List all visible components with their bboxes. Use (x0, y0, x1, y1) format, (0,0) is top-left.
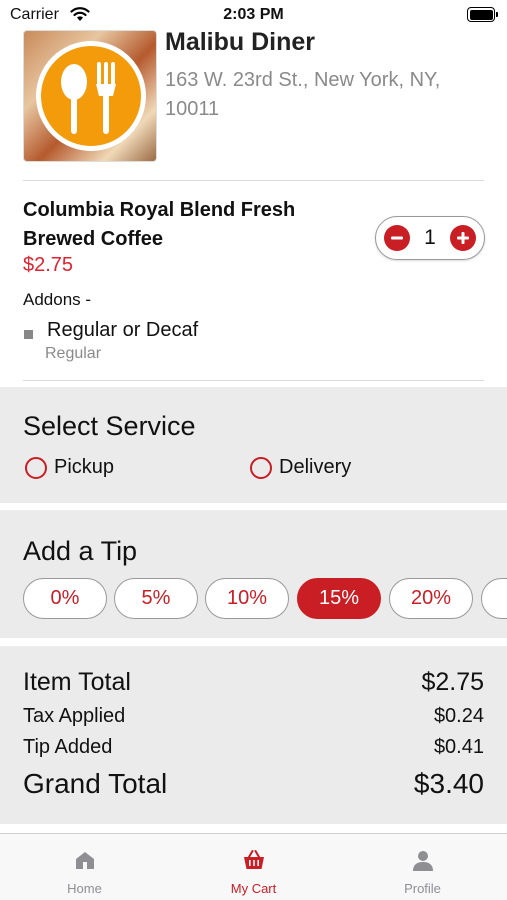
tip-added-label: Tip Added (23, 736, 113, 758)
pickup-radio[interactable] (25, 457, 47, 479)
minus-icon (391, 236, 403, 240)
cart-icon (244, 850, 264, 869)
fork-spoon-logo-icon (36, 41, 146, 151)
addon-bullet-icon (24, 330, 33, 339)
tip-option-0[interactable]: 0% (23, 578, 107, 619)
restaurant-address: 163 W. 23rd St., New York, NY, 10011 (165, 69, 441, 120)
select-service-title: Select Service (23, 411, 196, 441)
grand-total-value: $3.40 (413, 768, 484, 799)
tip-options: 0% 5% 10% 15% 20% (23, 578, 507, 620)
cart-item-price: $2.75 (23, 254, 74, 276)
grand-total-label: Grand Total (23, 768, 168, 799)
tab-home-label: Home (67, 881, 102, 896)
tip-option-10[interactable]: 10% (205, 578, 289, 619)
add-tip-section: Add a Tip 0% 5% 10% 15% 20% (0, 510, 507, 638)
restaurant-logo (23, 30, 157, 162)
tab-my-cart-label: My Cart (230, 881, 277, 896)
battery-icon (467, 7, 498, 22)
cart-item-name: Columbia Royal Blend Fresh Brewed Coffee (23, 199, 296, 250)
tip-added-value: $0.41 (433, 736, 484, 758)
divider (23, 180, 484, 181)
addon-value: Regular (45, 345, 102, 362)
item-total-value: $2.75 (421, 668, 484, 696)
home-icon (76, 852, 94, 869)
decrease-quantity-button[interactable] (384, 225, 410, 251)
addon-name: Regular or Decaf (47, 319, 199, 341)
add-tip-title: Add a Tip (23, 536, 138, 566)
plus-icon (457, 232, 469, 244)
clock: 2:03 PM (223, 6, 284, 23)
quantity-stepper: 1 (375, 216, 485, 260)
tab-profile-label: Profile (404, 881, 441, 896)
tip-option-more[interactable] (481, 578, 507, 619)
person-icon (413, 851, 433, 871)
divider (23, 380, 484, 381)
select-service-section: Select Service Pickup Delivery (0, 387, 507, 503)
tip-option-5[interactable]: 5% (114, 578, 198, 619)
tip-option-15[interactable]: 15% (297, 578, 381, 619)
item-total-label: Item Total (23, 668, 131, 696)
tip-option-20[interactable]: 20% (389, 578, 473, 619)
status-bar: Carrier 2:03 PM (0, 0, 507, 30)
tab-home[interactable]: Home (0, 834, 169, 900)
tax-label: Tax Applied (23, 705, 126, 727)
delivery-radio[interactable] (250, 457, 272, 479)
addons-label: Addons - (23, 290, 92, 309)
delivery-label[interactable]: Delivery (279, 456, 351, 479)
tab-bar: Home My Cart Profile (0, 834, 507, 900)
increase-quantity-button[interactable] (450, 225, 476, 251)
pickup-label[interactable]: Pickup (54, 456, 114, 479)
restaurant-name: Malibu Diner (165, 28, 316, 56)
quantity-value: 1 (424, 226, 436, 249)
order-summary-section: Item Total $2.75 Tax Applied $0.24 Tip A… (0, 646, 507, 824)
tab-my-cart[interactable]: My Cart (169, 834, 338, 900)
tab-profile[interactable]: Profile (338, 834, 507, 900)
tax-value: $0.24 (433, 705, 484, 727)
